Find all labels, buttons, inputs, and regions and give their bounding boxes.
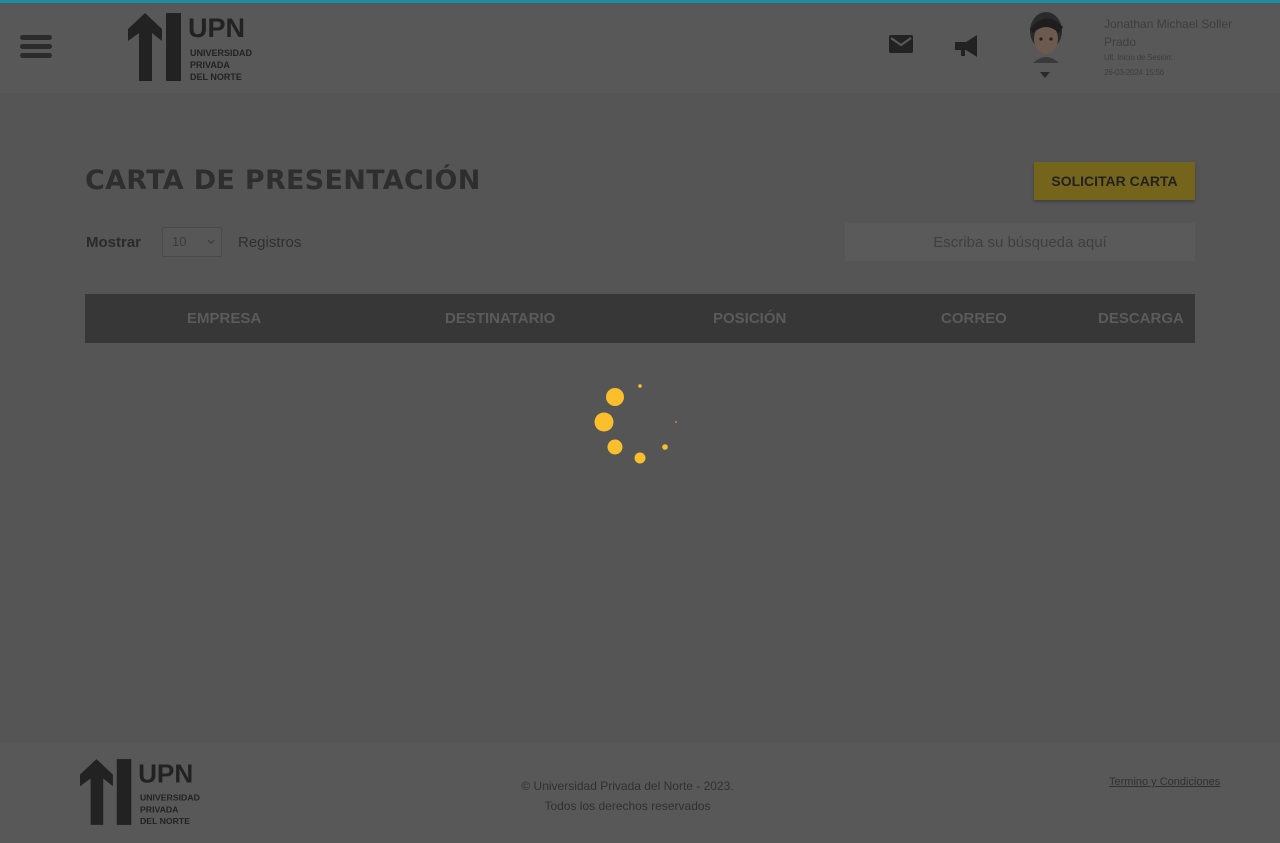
copyright-line: © Universidad Privada del Norte - 2023. bbox=[521, 779, 734, 793]
page-footer: UPN UNIVERSIDAD PRIVADA DEL NORTE © Univ… bbox=[0, 742, 1280, 843]
column-header-destinatario[interactable]: DESTINATARIO bbox=[445, 294, 555, 343]
svg-text:DEL NORTE: DEL NORTE bbox=[140, 816, 190, 826]
svg-text:UPN: UPN bbox=[138, 758, 193, 788]
mostrar-label: Mostrar bbox=[86, 234, 142, 251]
loading-spinner-icon bbox=[594, 384, 677, 464]
svg-text:PRIVADA: PRIVADA bbox=[140, 804, 179, 814]
chevron-down-icon bbox=[207, 239, 215, 245]
search-input[interactable] bbox=[845, 223, 1195, 261]
solicitar-carta-button[interactable]: SOLICITAR CARTA bbox=[1034, 162, 1195, 200]
column-header-posicion[interactable]: POSICIÓN bbox=[713, 294, 786, 343]
table-header: EMPRESA DESTINATARIO POSICIÓN CORREO DES… bbox=[85, 294, 1195, 343]
terms-link[interactable]: Termino y Condiciones bbox=[1109, 776, 1220, 788]
svg-text:UNIVERSIDAD: UNIVERSIDAD bbox=[190, 48, 252, 58]
last-login-value: 26-03-2024 15:56 bbox=[1104, 68, 1164, 77]
column-header-correo[interactable]: CORREO bbox=[941, 294, 1007, 343]
page-size-select[interactable]: 10 bbox=[162, 227, 222, 257]
page-size-value: 10 bbox=[172, 234, 187, 249]
megaphone-icon[interactable] bbox=[954, 33, 980, 59]
column-header-empresa[interactable]: EMPRESA bbox=[187, 294, 261, 343]
registros-label: Registros bbox=[238, 234, 302, 251]
menu-icon[interactable] bbox=[20, 35, 52, 59]
upn-logo[interactable]: UPN UNIVERSIDAD PRIVADA DEL NORTE bbox=[80, 757, 200, 827]
mail-icon[interactable] bbox=[888, 34, 914, 54]
svg-text:DEL NORTE: DEL NORTE bbox=[190, 72, 242, 82]
top-header: UPN UNIVERSIDAD PRIVADA DEL NORTE Jonath… bbox=[0, 3, 1280, 93]
svg-text:PRIVADA: PRIVADA bbox=[190, 60, 230, 70]
rights-line: Todos los derechos reservados bbox=[544, 799, 711, 813]
user-avatar[interactable] bbox=[1025, 11, 1067, 63]
user-name: Jonathan Michael Soller Prado bbox=[1104, 17, 1233, 49]
solicitar-carta-label: SOLICITAR CARTA bbox=[1051, 173, 1178, 189]
column-header-descarga[interactable]: DESCARGA bbox=[1098, 294, 1184, 343]
last-login-label: Ult. Inicio de Sesión: bbox=[1104, 53, 1173, 62]
svg-text:UPN: UPN bbox=[188, 13, 245, 43]
chevron-down-icon[interactable] bbox=[1039, 71, 1051, 79]
svg-text:UNIVERSIDAD: UNIVERSIDAD bbox=[140, 793, 200, 803]
copyright-text: © Universidad Privada del Norte - 2023. … bbox=[440, 776, 815, 816]
page-title: CARTA DE PRESENTACIÓN bbox=[85, 165, 481, 196]
upn-logo[interactable]: UPN UNIVERSIDAD PRIVADA DEL NORTE bbox=[128, 11, 252, 83]
